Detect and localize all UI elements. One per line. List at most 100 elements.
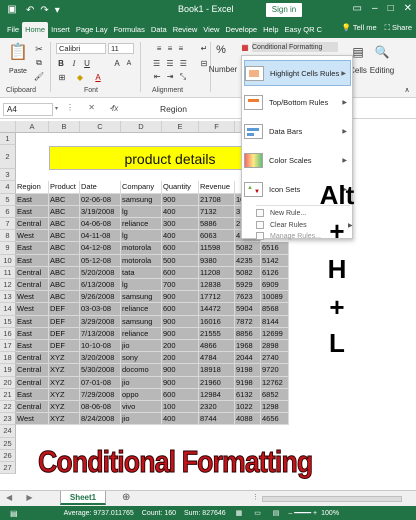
table-cell[interactable]: ABC: [49, 242, 80, 255]
row-header[interactable]: 22: [0, 401, 16, 414]
table-cell[interactable]: 900: [162, 193, 199, 206]
indent-icons[interactable]: ⇤ ⇥ ⤡: [146, 72, 196, 82]
select-all-corner[interactable]: [0, 121, 16, 133]
row-header[interactable]: 8: [0, 230, 16, 243]
table-cell[interactable]: 6126: [261, 266, 289, 279]
column-header[interactable]: D: [121, 121, 162, 133]
table-cell[interactable]: 5/30/2008: [80, 364, 121, 377]
table-cell[interactable]: 04-11-08: [80, 230, 121, 243]
table-cell[interactable]: 9198: [235, 364, 261, 377]
table-cell[interactable]: 3/20/2008: [80, 352, 121, 365]
table-cell[interactable]: 18918: [199, 364, 235, 377]
menu-top-bottom-rules[interactable]: Top/Bottom Rules ▶: [244, 89, 351, 115]
menu-clear-rules[interactable]: Clear Rules ▶: [256, 221, 353, 229]
table-cell[interactable]: 8144: [261, 315, 289, 328]
table-cell[interactable]: lg: [121, 230, 162, 243]
tab-data[interactable]: Data: [148, 22, 170, 38]
ribbon-display-icon[interactable]: ▭: [353, 3, 362, 14]
table-cell[interactable]: sony: [121, 352, 162, 365]
row-header[interactable]: 18: [0, 352, 16, 365]
table-cell[interactable]: 02-06-08: [80, 193, 121, 206]
editing-label[interactable]: Editing: [368, 65, 396, 75]
table-cell[interactable]: vivo: [121, 401, 162, 414]
table-cell[interactable]: 900: [162, 376, 199, 389]
table-cell[interactable]: DEF: [49, 327, 80, 340]
table-cell[interactable]: East: [16, 254, 49, 267]
tab-review[interactable]: Review: [170, 22, 201, 38]
table-cell[interactable]: 12984: [199, 388, 235, 401]
table-cell[interactable]: West: [16, 413, 49, 426]
row-header[interactable]: 24: [0, 425, 16, 438]
cut-icon[interactable]: ✂: [33, 44, 45, 54]
table-cell[interactable]: 5/20/2008: [80, 266, 121, 279]
row-header[interactable]: 26: [0, 449, 16, 462]
tab-insert[interactable]: Insert: [48, 22, 73, 38]
table-cell[interactable]: lg: [121, 205, 162, 218]
table-cell[interactable]: 100: [162, 401, 199, 414]
table-cell[interactable]: 12762: [261, 376, 289, 389]
table-cell[interactable]: ABC: [49, 291, 80, 304]
table-cell[interactable]: 6/13/2008: [80, 279, 121, 292]
table-header-cell[interactable]: Company: [121, 181, 162, 194]
table-cell[interactable]: 1298: [261, 401, 289, 414]
table-cell[interactable]: 21960: [199, 376, 235, 389]
grow-font-icon[interactable]: A: [112, 58, 122, 68]
tab-view[interactable]: View: [200, 22, 222, 38]
table-cell[interactable]: Central: [16, 364, 49, 377]
table-cell[interactable]: 7132: [199, 205, 235, 218]
table-cell[interactable]: 4866: [199, 340, 235, 353]
table-cell[interactable]: ABC: [49, 230, 80, 243]
table-cell[interactable]: West: [16, 230, 49, 243]
table-cell[interactable]: 9198: [235, 376, 261, 389]
row-header[interactable]: 21: [0, 388, 16, 401]
shrink-font-icon[interactable]: A: [124, 58, 134, 68]
column-header[interactable]: C: [80, 121, 121, 133]
tell-me-search[interactable]: 💡 Tell me: [342, 23, 377, 33]
table-cell[interactable]: 900: [162, 327, 199, 340]
table-cell[interactable]: Central: [16, 401, 49, 414]
minimize-icon[interactable]: –: [372, 3, 378, 14]
table-cell[interactable]: DEF: [49, 303, 80, 316]
redo-icon[interactable]: ↷: [40, 5, 48, 16]
paste-icon[interactable]: 📋: [8, 42, 28, 62]
table-cell[interactable]: 14472: [199, 303, 235, 316]
zoom-level[interactable]: 100%: [321, 510, 339, 517]
table-cell[interactable]: Central: [16, 266, 49, 279]
table-cell[interactable]: East: [16, 193, 49, 206]
tab-file[interactable]: File: [4, 22, 22, 38]
table-cell[interactable]: 10089: [261, 291, 289, 304]
sign-in-button[interactable]: Sign in: [266, 3, 302, 17]
table-cell[interactable]: XYZ: [49, 413, 80, 426]
table-cell[interactable]: East: [16, 340, 49, 353]
table-cell[interactable]: 6852: [261, 388, 289, 401]
tab-help[interactable]: Help: [260, 22, 281, 38]
row-header[interactable]: 23: [0, 413, 16, 426]
format-painter-icon[interactable]: 🖌: [33, 71, 45, 81]
table-cell[interactable]: samsung: [121, 193, 162, 206]
table-cell[interactable]: 4235: [235, 254, 261, 267]
table-cell[interactable]: 200: [162, 340, 199, 353]
table-cell[interactable]: 21708: [199, 193, 235, 206]
table-cell[interactable]: 8856: [235, 327, 261, 340]
conditional-formatting-icon[interactable]: ▦: [240, 42, 250, 52]
table-cell[interactable]: docomo: [121, 364, 162, 377]
add-sheet-icon[interactable]: ⊕: [122, 492, 130, 503]
table-cell[interactable]: 4656: [261, 413, 289, 426]
table-cell[interactable]: West: [16, 291, 49, 304]
table-cell[interactable]: 04-12-08: [80, 242, 121, 255]
fill-color-icon[interactable]: ◆: [74, 72, 86, 82]
table-cell[interactable]: 600: [162, 242, 199, 255]
table-cell[interactable]: ABC: [49, 279, 80, 292]
table-cell[interactable]: Central: [16, 218, 49, 231]
table-cell[interactable]: DEF: [49, 340, 80, 353]
row-header[interactable]: 4: [0, 181, 16, 194]
column-header[interactable]: B: [49, 121, 80, 133]
table-cell[interactable]: 7623: [235, 291, 261, 304]
table-cell[interactable]: reliance: [121, 327, 162, 340]
table-cell[interactable]: 5929: [235, 279, 261, 292]
table-cell[interactable]: 9/26/2008: [80, 291, 121, 304]
table-cell[interactable]: East: [16, 388, 49, 401]
table-cell[interactable]: East: [16, 327, 49, 340]
row-header[interactable]: 14: [0, 303, 16, 316]
font-color-icon[interactable]: A: [92, 72, 104, 82]
